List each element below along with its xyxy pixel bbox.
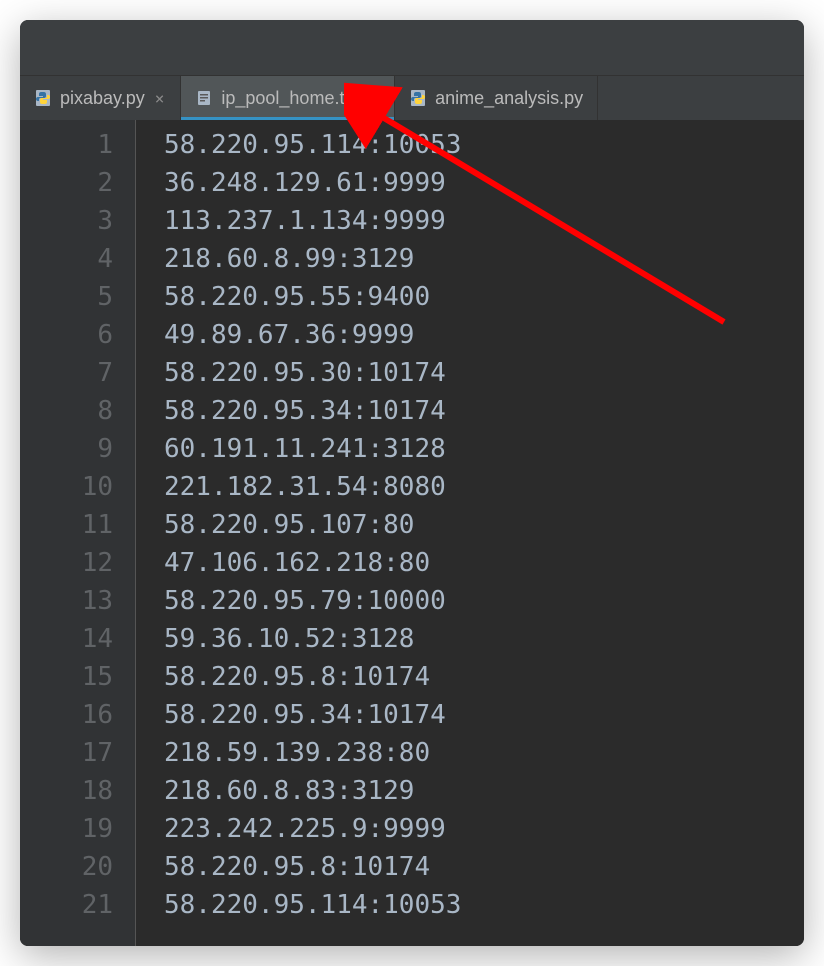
editor-window: pixabay.py × ip_pool_home.txt ×: [20, 20, 804, 946]
code-line: 58.220.95.8:10174: [164, 848, 804, 886]
line-number: 21: [20, 886, 135, 924]
tab-label: ip_pool_home.txt: [221, 88, 358, 109]
line-number: 7: [20, 354, 135, 392]
code-line: 58.220.95.79:10000: [164, 582, 804, 620]
tab-ip-pool[interactable]: ip_pool_home.txt ×: [181, 76, 395, 120]
tab-label: pixabay.py: [60, 88, 145, 109]
tab-anime-analysis[interactable]: anime_analysis.py: [395, 76, 598, 120]
code-line: 47.106.162.218:80: [164, 544, 804, 582]
code-line: 218.60.8.83:3129: [164, 772, 804, 810]
code-line: 218.60.8.99:3129: [164, 240, 804, 278]
code-line: 58.220.95.34:10174: [164, 696, 804, 734]
python-file-icon: [409, 89, 427, 107]
line-number: 8: [20, 392, 135, 430]
close-icon[interactable]: ×: [366, 89, 380, 108]
code-line: 58.220.95.30:10174: [164, 354, 804, 392]
text-file-icon: [195, 89, 213, 107]
line-number: 5: [20, 278, 135, 316]
tab-pixabay[interactable]: pixabay.py ×: [20, 76, 181, 120]
line-number: 9: [20, 430, 135, 468]
code-line: 58.220.95.114:10053: [164, 886, 804, 924]
code-line: 58.220.95.55:9400: [164, 278, 804, 316]
line-number: 3: [20, 202, 135, 240]
close-icon[interactable]: ×: [153, 89, 167, 108]
code-line: 58.220.95.8:10174: [164, 658, 804, 696]
line-number: 16: [20, 696, 135, 734]
line-number: 6: [20, 316, 135, 354]
code-line: 58.220.95.34:10174: [164, 392, 804, 430]
line-number: 12: [20, 544, 135, 582]
line-number: 10: [20, 468, 135, 506]
code-line: 58.220.95.107:80: [164, 506, 804, 544]
line-number: 14: [20, 620, 135, 658]
code-line: 58.220.95.114:10053: [164, 126, 804, 164]
editor-body: 1 2 3 4 5 6 7 8 9 10 11 12 13 14 15 16 1…: [20, 120, 804, 946]
line-number: 4: [20, 240, 135, 278]
code-line: 221.182.31.54:8080: [164, 468, 804, 506]
code-line: 49.89.67.36:9999: [164, 316, 804, 354]
window-titlebar: [20, 20, 804, 76]
code-area[interactable]: 58.220.95.114:10053 36.248.129.61:9999 1…: [136, 120, 804, 946]
line-number: 2: [20, 164, 135, 202]
code-line: 223.242.225.9:9999: [164, 810, 804, 848]
line-number: 15: [20, 658, 135, 696]
code-line: 113.237.1.134:9999: [164, 202, 804, 240]
line-number: 18: [20, 772, 135, 810]
line-number: 17: [20, 734, 135, 772]
code-line: 36.248.129.61:9999: [164, 164, 804, 202]
line-number: 20: [20, 848, 135, 886]
line-number: 19: [20, 810, 135, 848]
line-gutter: 1 2 3 4 5 6 7 8 9 10 11 12 13 14 15 16 1…: [20, 120, 136, 946]
line-number: 11: [20, 506, 135, 544]
code-line: 59.36.10.52:3128: [164, 620, 804, 658]
line-number: 1: [20, 126, 135, 164]
tab-label: anime_analysis.py: [435, 88, 583, 109]
line-number: 13: [20, 582, 135, 620]
code-line: 218.59.139.238:80: [164, 734, 804, 772]
code-line: 60.191.11.241:3128: [164, 430, 804, 468]
python-file-icon: [34, 89, 52, 107]
tabs-bar: pixabay.py × ip_pool_home.txt ×: [20, 76, 804, 120]
